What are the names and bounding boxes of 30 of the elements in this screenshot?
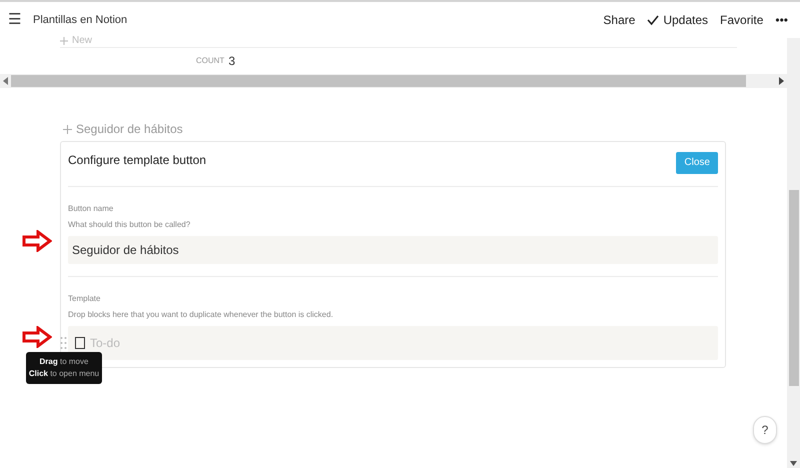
todo-checkbox[interactable]: [75, 337, 85, 349]
todo-field[interactable]: To-do: [90, 334, 390, 352]
plus-icon: [63, 124, 72, 134]
topbar-action[interactable]: Share: [603, 11, 636, 29]
check-icon: [647, 14, 660, 26]
help-button[interactable]: ?: [753, 416, 777, 444]
field-label: Template: [68, 293, 102, 305]
topbar-action[interactable]: Favorite: [720, 11, 764, 29]
field-hint: What should this button be called?: [68, 219, 192, 231]
field-label: Button name: [68, 203, 114, 215]
scroll-right-icon: [779, 77, 784, 85]
page-title: Plantillas en Notion: [33, 12, 128, 28]
drag-handle-icon[interactable]: [60, 336, 67, 350]
field-hint: Drop blocks here that you want to duplicate whenever the button is clicked.: [68, 309, 334, 321]
plus-icon: [60, 36, 68, 44]
tooltip-text: Drag to move: [40, 356, 88, 368]
count-value: 3: [228, 53, 236, 70]
arrow-icon: [22, 326, 52, 348]
count-label: COUNT: [196, 55, 224, 67]
scroll-down-icon: [790, 461, 797, 466]
arrow-icon: [22, 230, 52, 252]
topbar-action[interactable]: •••: [775, 11, 788, 29]
scrollbar-thumb[interactable]: [11, 75, 746, 87]
menu-button[interactable]: ☰: [8, 8, 21, 32]
button-name-field[interactable]: Seguidor de hábitos: [68, 236, 718, 264]
scroll-left-icon: [3, 77, 8, 85]
tooltip-text: Click to open menu: [28, 368, 100, 380]
scrollbar-thumb[interactable]: [788, 190, 798, 386]
dialog-title: Configure template button: [68, 152, 206, 169]
updates-button[interactable]: Updates: [647, 11, 708, 29]
